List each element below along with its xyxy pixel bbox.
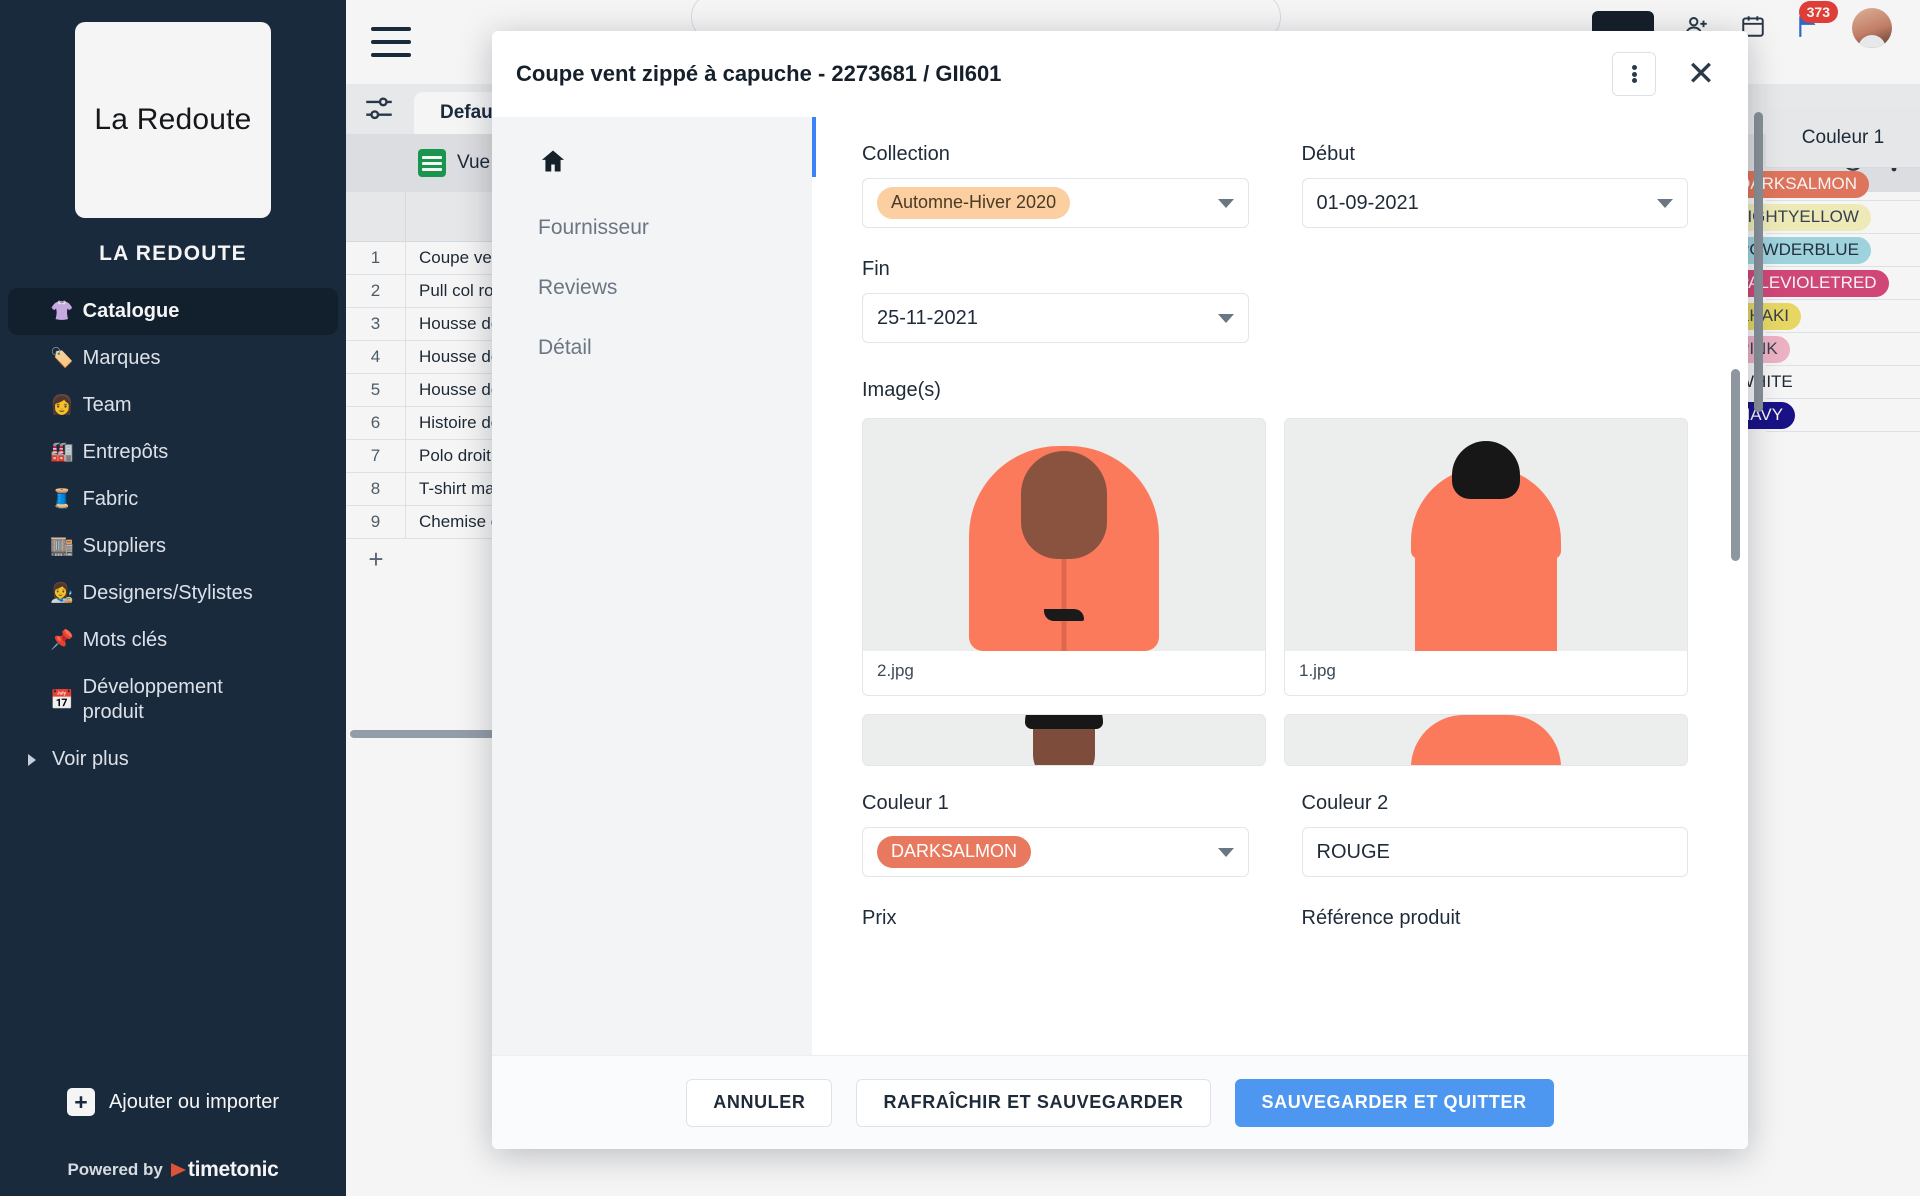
- color-form-grid: Couleur 1 DARKSALMON Couleur 2 ROUGE Pri…: [862, 792, 1688, 972]
- image-filename: 1.jpg: [1299, 661, 1336, 680]
- couleur2-value: ROUGE: [1316, 840, 1390, 863]
- fin-value: 25-11-2021: [877, 306, 978, 329]
- modal-nav-reviews[interactable]: Reviews: [492, 260, 812, 316]
- field-couleur2: Couleur 2 ROUGE: [1301, 792, 1688, 877]
- image-filename: 2.jpg: [877, 661, 914, 680]
- modal-more-options-button[interactable]: [1612, 52, 1656, 96]
- close-icon[interactable]: ✕: [1678, 51, 1724, 97]
- image-thumbnail: [1285, 715, 1687, 765]
- couleur1-tag: DARKSALMON: [877, 836, 1032, 868]
- debut-value: 01-09-2021: [1316, 191, 1419, 214]
- debut-label: Début: [1301, 143, 1355, 165]
- couleur1-label: Couleur 1: [862, 792, 949, 814]
- modal-content-scrollbar[interactable]: [1731, 369, 1740, 561]
- couleur1-select[interactable]: DARKSALMON: [862, 827, 1249, 877]
- chevron-down-icon: [1657, 198, 1673, 208]
- image-card[interactable]: [1284, 714, 1688, 766]
- modal-header: Coupe vent zippé à capuche - 2273681 / G…: [492, 31, 1748, 117]
- couleur2-input[interactable]: ROUGE: [1301, 827, 1688, 877]
- fin-label: Fin: [862, 258, 890, 280]
- field-collection: Collection Automne-Hiver 2020: [862, 143, 1249, 228]
- images-label: Image(s): [862, 379, 941, 401]
- image-thumbnail: [1285, 419, 1687, 651]
- field-reference: Référence produit: [1302, 907, 1689, 942]
- image-card[interactable]: 1.jpg: [1284, 418, 1688, 696]
- form-grid: Collection Automne-Hiver 2020 Début 01-0…: [862, 143, 1688, 373]
- debut-date-select[interactable]: 01-09-2021: [1301, 178, 1688, 228]
- modal-footer: ANNULER RAFRAÎCHIR ET SAUVEGARDER SAUVEG…: [492, 1055, 1748, 1149]
- collection-label: Collection: [862, 143, 950, 165]
- prix-label: Prix: [862, 907, 897, 929]
- field-spacer: [1302, 258, 1689, 343]
- chevron-down-icon: [1217, 847, 1234, 857]
- modal-content: Collection Automne-Hiver 2020 Début 01-0…: [812, 117, 1748, 1055]
- collection-tag: Automne-Hiver 2020: [877, 187, 1071, 219]
- save-and-quit-button[interactable]: SAUVEGARDER ET QUITTER: [1234, 1078, 1554, 1127]
- product-photo-back: [1376, 419, 1596, 651]
- modal-nav-detail[interactable]: Détail: [492, 320, 812, 376]
- cancel-button[interactable]: ANNULER: [686, 1078, 833, 1127]
- image-thumbnail: [863, 715, 1265, 765]
- image-card[interactable]: 2.jpg: [862, 418, 1266, 696]
- images-grid: 2.jpg 1.jpg: [862, 418, 1688, 766]
- fin-date-select[interactable]: 25-11-2021: [862, 293, 1249, 343]
- field-fin: Fin 25-11-2021: [862, 258, 1249, 343]
- field-debut: Début 01-09-2021: [1301, 143, 1688, 228]
- modal-body: Fournisseur Reviews Détail Collection Au…: [492, 117, 1748, 1055]
- couleur2-label: Couleur 2: [1301, 792, 1389, 814]
- field-prix: Prix: [862, 907, 1249, 942]
- image-card[interactable]: [862, 714, 1266, 766]
- chevron-down-icon: [1217, 313, 1234, 323]
- modal-nav-fournisseur[interactable]: Fournisseur: [492, 200, 812, 256]
- home-icon: [541, 150, 565, 172]
- form-area: Collection Automne-Hiver 2020 Début 01-0…: [812, 117, 1748, 1055]
- chevron-down-icon: [1217, 198, 1234, 208]
- refresh-and-save-button[interactable]: RAFRAÎCHIR ET SAUVEGARDER: [856, 1078, 1211, 1127]
- record-detail-modal: Coupe vent zippé à capuche - 2273681 / G…: [492, 31, 1748, 1149]
- modal-nav-home[interactable]: [492, 135, 812, 196]
- reference-label: Référence produit: [1301, 907, 1461, 929]
- modal-sidebar-nav: Fournisseur Reviews Détail: [492, 117, 812, 1055]
- active-section-indicator: [812, 117, 816, 177]
- product-photo-front: [954, 419, 1174, 651]
- collection-select[interactable]: Automne-Hiver 2020: [862, 178, 1249, 228]
- modal-title: Coupe vent zippé à capuche - 2273681 / G…: [516, 61, 1002, 86]
- image-thumbnail: [863, 419, 1265, 651]
- field-couleur1: Couleur 1 DARKSALMON: [862, 792, 1249, 877]
